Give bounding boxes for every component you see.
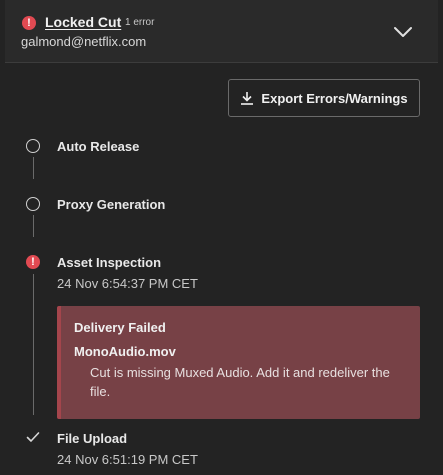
uploader-email: galmond@netflix.com (21, 34, 147, 49)
step-label-file-upload: File Upload (57, 431, 128, 446)
delivery-error-box: Delivery Failed MonoAudio.mov Cut is mis… (57, 306, 420, 419)
delivery-panel: ! Locked Cut 1 error galmond@netflix.com… (5, 0, 438, 475)
step-label-asset-inspection: Asset Inspection (57, 255, 162, 270)
export-errors-button[interactable]: Export Errors/Warnings (228, 79, 420, 117)
pending-step-icon (26, 139, 40, 153)
step-connector (33, 274, 34, 415)
step-timestamp: 24 Nov 6:54:37 PM CET (57, 276, 198, 291)
step-connector (33, 157, 34, 179)
error-count-badge: 1 error (125, 17, 155, 28)
error-icon: ! (22, 16, 36, 30)
cut-title-link[interactable]: Locked Cut (45, 14, 121, 30)
pending-step-icon (26, 197, 40, 211)
panel-header[interactable]: ! Locked Cut 1 error galmond@netflix.com (5, 0, 438, 63)
check-icon (26, 432, 40, 442)
error-step-icon: ! (26, 255, 40, 269)
error-file-name: MonoAudio.mov (74, 344, 176, 359)
step-timestamp: 24 Nov 6:51:19 PM CET (57, 452, 198, 467)
step-label-proxy-generation: Proxy Generation (57, 197, 166, 212)
error-message: Cut is missing Muxed Audio. Add it and r… (90, 365, 390, 399)
chevron-down-icon[interactable] (394, 26, 412, 38)
step-label-auto-release: Auto Release (57, 139, 140, 154)
export-errors-label: Export Errors/Warnings (261, 90, 408, 106)
step-connector (33, 215, 34, 237)
download-icon (241, 92, 254, 105)
error-title: Delivery Failed (74, 320, 166, 335)
